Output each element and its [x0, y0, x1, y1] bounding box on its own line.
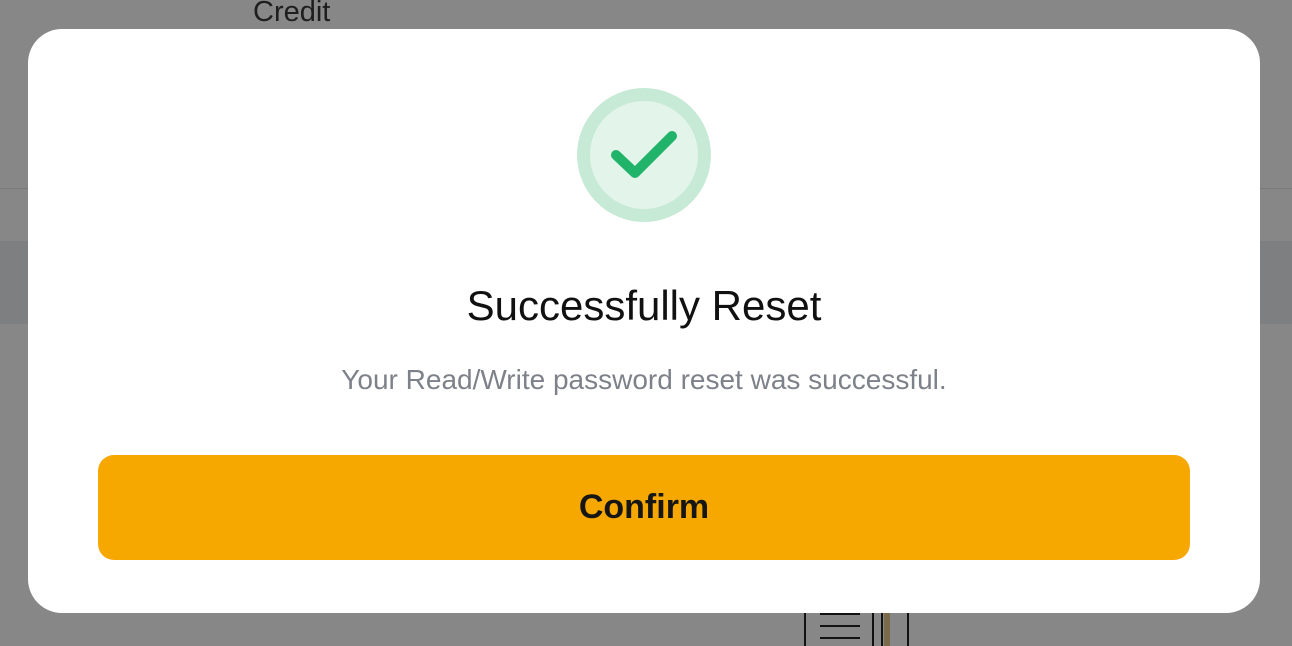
success-dialog: Successfully Reset Your Read/Write passw…: [28, 29, 1260, 613]
page: Credit Successfully Reset Your Read/Writ…: [0, 0, 1292, 646]
dialog-message: Your Read/Write password reset was succe…: [341, 364, 947, 395]
confirm-button[interactable]: Confirm: [98, 455, 1190, 560]
dialog-title: Successfully Reset: [466, 282, 822, 329]
checkmark-icon: [611, 131, 677, 178]
success-badge-inner: [590, 101, 698, 209]
success-badge: [577, 88, 711, 222]
